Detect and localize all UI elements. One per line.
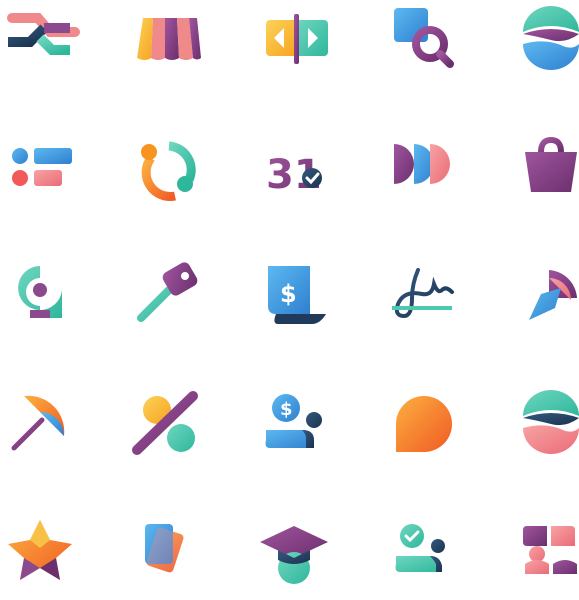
umbrella-icon	[0, 384, 90, 474]
salary-payment-icon: $	[252, 384, 342, 474]
shape-search-icon	[382, 0, 472, 90]
abstract-petal-icon	[505, 254, 579, 344]
graduation-cap-icon	[252, 510, 342, 600]
percent-icon	[123, 384, 213, 474]
speech-bubble-icon	[382, 384, 472, 474]
sphere-waves-pink-icon	[505, 384, 579, 474]
shapes-team-icon	[505, 510, 579, 600]
calendar-31-check-icon: 31	[252, 128, 342, 218]
storefront-awning-icon	[123, 0, 213, 90]
key-icon	[123, 254, 213, 344]
user-approved-icon	[382, 510, 472, 600]
stacked-cards-icon	[123, 510, 213, 600]
overlapping-half-circles-icon	[382, 128, 472, 218]
sphere-waves-icon	[505, 0, 579, 90]
location-pin-user-icon	[0, 254, 90, 344]
signature-icon	[382, 254, 472, 344]
invoice-dollar-icon: $	[252, 254, 342, 344]
dollar-sign: $	[280, 399, 293, 420]
star-icon	[0, 510, 90, 600]
slider-navigation-icon	[252, 0, 342, 90]
shuffle-arrows-icon	[0, 0, 90, 90]
shopping-bag-icon	[505, 128, 579, 218]
circular-sync-icon	[123, 128, 213, 218]
dollar-sign: $	[280, 280, 297, 308]
toggle-list-icon	[0, 128, 90, 218]
icon-grid: 31 $ $	[0, 0, 579, 584]
